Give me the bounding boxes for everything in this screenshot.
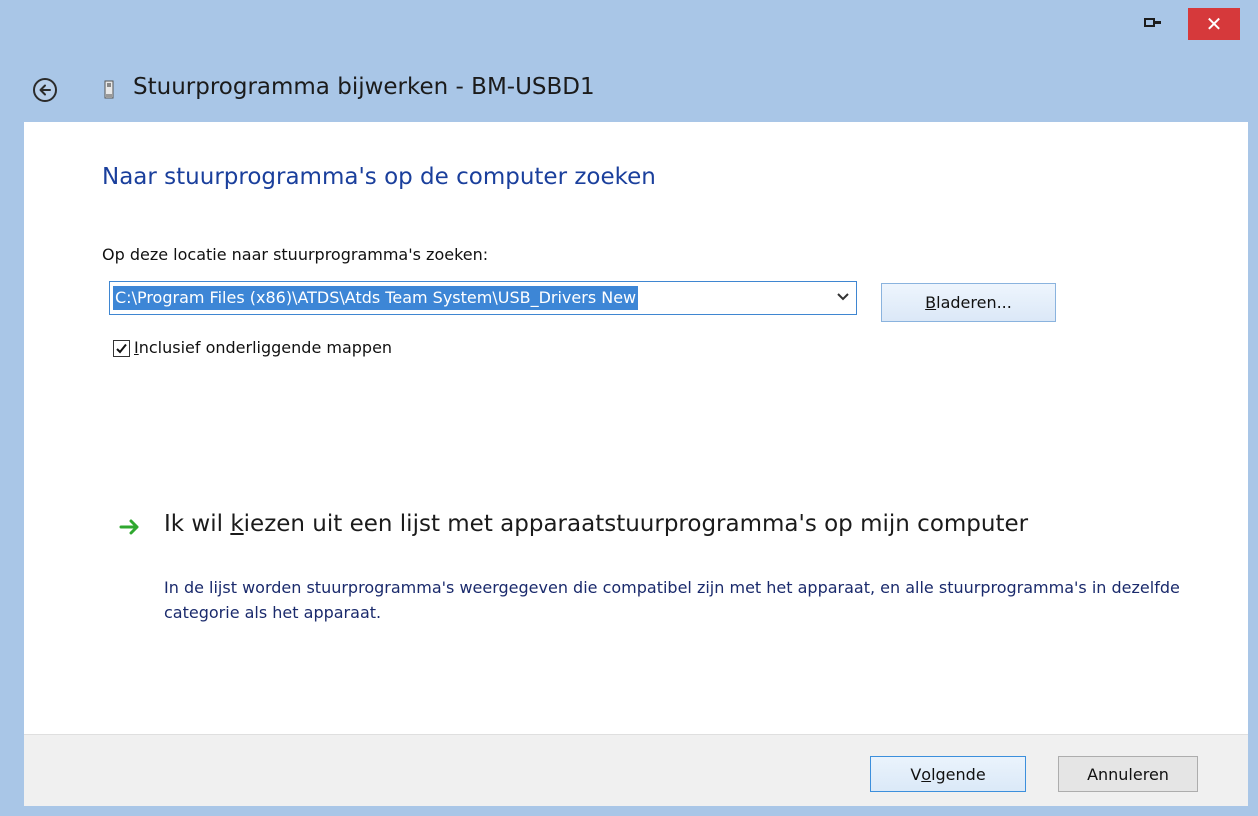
choose-link-prefix: Ik wil: [164, 511, 231, 537]
page-heading: Naar stuurprogramma's op de computer zoe…: [102, 164, 656, 190]
close-icon: ✕: [1205, 12, 1223, 36]
dialog-window: ✕ Stuurprogramma bijwerken - BM-USBD1 Na…: [0, 0, 1258, 816]
choose-from-list-link[interactable]: Ik wil kiezen uit een lijst met apparaat…: [164, 508, 1064, 540]
next-label-accel: o: [921, 764, 932, 784]
close-button[interactable]: ✕: [1188, 8, 1240, 40]
green-arrow-icon[interactable]: [119, 519, 143, 535]
path-combobox[interactable]: C:\Program Files (x86)\ATDS\Atds Team Sy…: [109, 281, 857, 315]
restore-button[interactable]: [1130, 8, 1174, 38]
window-title: Stuurprogramma bijwerken - BM-USBD1: [133, 74, 595, 100]
browse-label-accel: B: [925, 293, 937, 312]
back-button[interactable]: [33, 78, 57, 102]
button-bar: Vo lgende Annuleren: [24, 734, 1248, 806]
include-subfolders-checkbox[interactable]: [113, 340, 130, 357]
checkmark-icon: [116, 343, 127, 354]
location-label: Op deze locatie naar stuurprogramma's zo…: [102, 245, 489, 264]
usb-device-icon: [104, 80, 114, 99]
content-panel: Naar stuurprogramma's op de computer zoe…: [24, 122, 1248, 734]
chevron-down-icon[interactable]: [836, 292, 850, 302]
back-arrow-icon: [39, 84, 51, 96]
restore-icon: [1144, 17, 1161, 29]
choose-link-description: In de lijst worden stuurprogramma's weer…: [164, 578, 1180, 622]
include-subfolders-rest: nclusief onderliggende mappen: [138, 338, 393, 357]
next-label-prefix: V: [910, 764, 922, 784]
next-label-rest: lgende: [931, 764, 986, 784]
path-input-value[interactable]: C:\Program Files (x86)\ATDS\Atds Team Sy…: [113, 286, 639, 310]
cancel-button[interactable]: Annuleren: [1058, 756, 1198, 792]
choose-link-rest: iezen uit een lijst met apparaatstuurpro…: [243, 511, 1029, 537]
next-button[interactable]: Vo lgende: [870, 756, 1026, 792]
include-subfolders-label[interactable]: Inclusief onderliggende mappen: [134, 338, 392, 357]
browse-button[interactable]: Bladeren...: [881, 283, 1056, 322]
browse-label-rest: laderen...: [936, 293, 1012, 312]
choose-link-accel: k: [230, 511, 244, 537]
